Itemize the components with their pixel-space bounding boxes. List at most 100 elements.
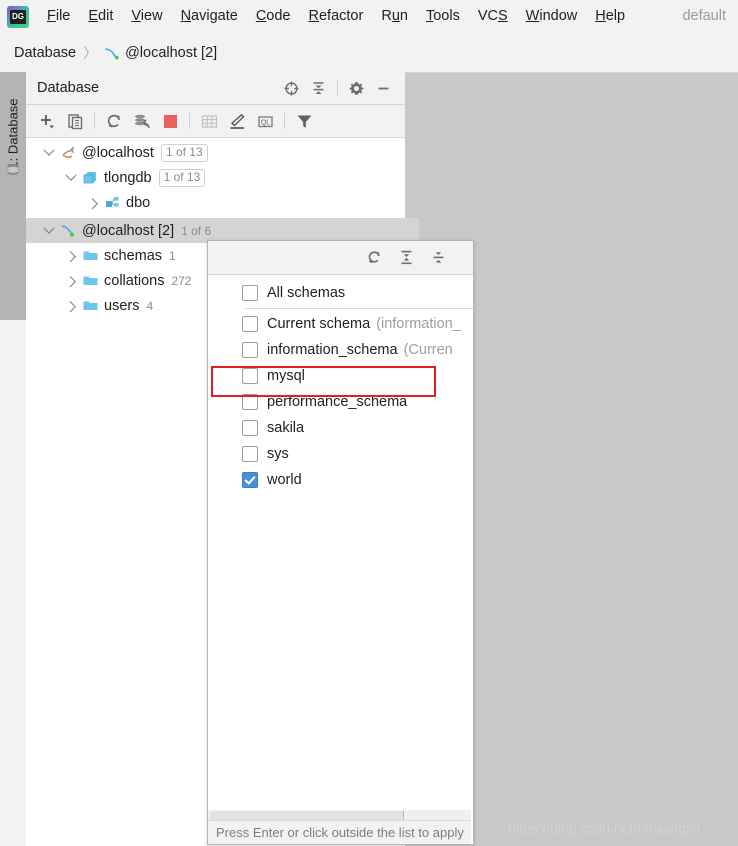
menu-edit[interactable]: Edit bbox=[79, 0, 122, 33]
menu-refactor[interactable]: Refactor bbox=[300, 0, 373, 33]
menu-tools[interactable]: Tools bbox=[417, 0, 469, 33]
run-configuration-selector[interactable]: default bbox=[682, 0, 726, 33]
list-item-mysql[interactable]: mysql bbox=[208, 363, 473, 389]
duplicate-icon[interactable] bbox=[61, 108, 89, 134]
list-item-note: (Curren bbox=[403, 342, 453, 358]
expand-all-icon[interactable] bbox=[393, 246, 419, 270]
checkbox[interactable] bbox=[242, 394, 258, 410]
list-item-information-schema[interactable]: information_schema (Curren bbox=[208, 337, 473, 363]
expand-toggle[interactable] bbox=[62, 275, 80, 287]
menu-file[interactable]: File bbox=[38, 0, 79, 33]
list-separator bbox=[244, 308, 473, 309]
list-item-sys[interactable]: sys bbox=[208, 441, 473, 467]
menu-help[interactable]: Help bbox=[586, 0, 634, 33]
collapse-all-icon[interactable] bbox=[425, 246, 451, 270]
svg-text:QL: QL bbox=[260, 119, 269, 126]
tree-node-label: users bbox=[104, 297, 140, 314]
tree-node-count: 4 bbox=[146, 298, 154, 313]
checkbox[interactable] bbox=[242, 446, 258, 462]
list-item-world[interactable]: world bbox=[208, 467, 473, 493]
scrollbar-thumb[interactable] bbox=[210, 811, 404, 820]
tree-node-label: @localhost bbox=[82, 144, 154, 161]
tree-node-badge: 1 of 13 bbox=[160, 143, 208, 162]
locate-target-icon[interactable] bbox=[278, 76, 305, 100]
panel-title: Database bbox=[37, 80, 100, 96]
toolbar-divider bbox=[189, 113, 190, 129]
list-item-label: information_schema bbox=[267, 342, 398, 358]
refresh-icon[interactable] bbox=[361, 246, 387, 270]
expand-toggle[interactable] bbox=[40, 144, 58, 157]
checkbox[interactable] bbox=[242, 368, 258, 384]
tree-node-tlongdb[interactable]: tlongdb 1 of 13 bbox=[26, 165, 405, 190]
list-item-label: sakila bbox=[267, 420, 305, 436]
list-item-all-schemas[interactable]: All schemas bbox=[208, 280, 473, 306]
tree-node-label: schemas bbox=[104, 247, 163, 264]
database-tree: @localhost 1 of 13 tlongdb 1 of 13 dbo bbox=[26, 138, 405, 215]
sqlserver-icon bbox=[58, 144, 78, 161]
list-item-label: mysql bbox=[267, 368, 305, 384]
modify-pencil-icon[interactable] bbox=[223, 108, 251, 134]
datagrip-logo-icon bbox=[7, 5, 29, 28]
schema-selector-popup: All schemas Current schema (information_… bbox=[207, 240, 474, 845]
open-console-icon[interactable]: QL bbox=[251, 108, 279, 134]
expand-toggle[interactable] bbox=[62, 169, 80, 182]
tool-window-stripe: 1: Database bbox=[0, 72, 26, 320]
tree-node-badge: 1 of 13 bbox=[158, 168, 206, 187]
checkbox[interactable] bbox=[242, 472, 258, 488]
checkbox[interactable] bbox=[242, 420, 258, 436]
table-editor-icon[interactable] bbox=[195, 108, 223, 134]
list-item-sakila[interactable]: sakila bbox=[208, 415, 473, 441]
expand-toggle[interactable] bbox=[62, 300, 80, 312]
list-item-current-schema[interactable]: Current schema (information_ bbox=[208, 311, 473, 337]
menu-navigate[interactable]: Navigate bbox=[172, 0, 247, 33]
menu-view[interactable]: View bbox=[122, 0, 171, 33]
checkbox[interactable] bbox=[242, 342, 258, 358]
tree-node-count: 1 bbox=[169, 248, 176, 263]
tree-node-label: @localhost [2] bbox=[82, 222, 175, 239]
list-item-performance-schema[interactable]: performance_schema bbox=[208, 389, 473, 415]
popup-status-bar: Press Enter or click outside the list to… bbox=[208, 820, 471, 844]
menu-window[interactable]: Window bbox=[517, 0, 587, 33]
tree-node-label: collations bbox=[104, 272, 165, 289]
expand-toggle[interactable] bbox=[40, 222, 58, 235]
collapse-all-icon[interactable] bbox=[305, 76, 332, 100]
expand-toggle[interactable] bbox=[84, 197, 102, 209]
stop-icon[interactable] bbox=[156, 108, 184, 134]
folder-icon bbox=[80, 247, 100, 264]
refresh-icon[interactable] bbox=[100, 108, 128, 134]
list-item-label: Current schema bbox=[267, 316, 371, 332]
list-item-note: (information_ bbox=[376, 316, 461, 332]
menu-code[interactable]: Code bbox=[247, 0, 300, 33]
tree-node-localhost[interactable]: @localhost 1 of 13 bbox=[26, 140, 405, 165]
database-toolbar: QL bbox=[26, 105, 405, 138]
expand-toggle[interactable] bbox=[62, 250, 80, 262]
panel-header: Database bbox=[26, 72, 405, 105]
list-item-label: performance_schema bbox=[267, 394, 408, 410]
menu-vcs[interactable]: VCS bbox=[469, 0, 517, 33]
checkbox[interactable] bbox=[242, 316, 258, 332]
tree-node-label: dbo bbox=[126, 194, 151, 211]
tree-node-badge: 1 of 6 bbox=[181, 223, 212, 238]
hide-panel-icon[interactable] bbox=[370, 76, 397, 100]
breadcrumb-current[interactable]: @localhost [2] bbox=[125, 45, 217, 61]
menu-run[interactable]: Run bbox=[372, 0, 417, 33]
watermark: https://blog.csdn.net/fanjianglin bbox=[508, 820, 701, 836]
run-sql-script-icon[interactable] bbox=[128, 108, 156, 134]
database-tool-window: Database QL @localhost 1 of 13 tlongdb 1… bbox=[26, 72, 405, 218]
mysql-dolphin-icon bbox=[104, 45, 120, 61]
breadcrumb-root[interactable]: Database bbox=[14, 45, 76, 61]
popup-toolbar bbox=[208, 241, 473, 275]
list-item-label: All schemas bbox=[267, 285, 346, 301]
schema-list: All schemas Current schema (information_… bbox=[208, 275, 473, 493]
tree-node-dbo[interactable]: dbo bbox=[26, 190, 405, 215]
settings-gear-icon[interactable] bbox=[343, 76, 370, 100]
mysql-dolphin-icon bbox=[58, 222, 78, 239]
checkbox[interactable] bbox=[242, 285, 258, 301]
breadcrumb: Database 〉 @localhost [2] bbox=[0, 33, 738, 73]
schema-icon bbox=[102, 194, 122, 211]
folder-icon bbox=[80, 297, 100, 314]
list-item-label: sys bbox=[267, 446, 289, 462]
add-data-source-icon[interactable] bbox=[33, 108, 61, 134]
filter-icon[interactable] bbox=[290, 108, 318, 134]
popup-status-text: Press Enter or click outside the list to… bbox=[216, 825, 464, 840]
